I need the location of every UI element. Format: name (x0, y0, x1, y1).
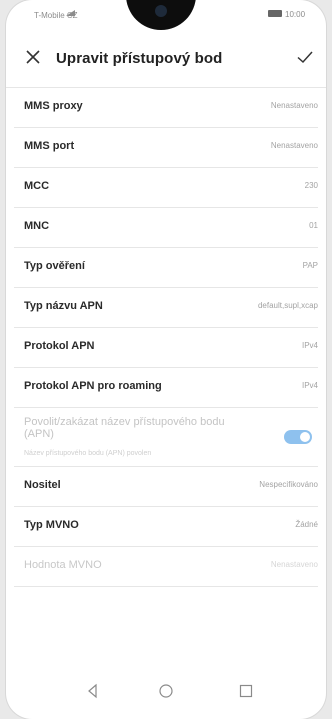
apn-enable-switch[interactable] (284, 430, 312, 444)
row-value: 230 (304, 181, 318, 190)
back-triangle-icon[interactable] (85, 683, 101, 699)
row-label: Hodnota MVNO (24, 559, 102, 571)
apn-settings-list: MMS proxy Nenastaveno MMS port Nenastave… (6, 87, 326, 587)
row-mnc[interactable]: MNC 01 (14, 208, 318, 248)
row-mcc[interactable]: MCC 230 (14, 168, 318, 208)
battery-icon (268, 10, 282, 17)
title-bar: Upravit přístupový bod (6, 38, 326, 82)
row-value: Nenastaveno (270, 560, 318, 569)
page-title: Upravit přístupový bod (56, 50, 223, 67)
phone-screen: T-Mobile CZ 10:00 Upravit přístupový bod… (6, 0, 326, 719)
row-label: MNC (24, 220, 50, 232)
row-value: PAP (302, 261, 318, 270)
row-mms-proxy[interactable]: MMS proxy Nenastaveno (14, 88, 318, 128)
toggle-subtitle: Název přístupového bodu (APN) povolen (24, 450, 152, 457)
row-value: default,supl,xcap (257, 301, 318, 310)
row-apn-enable-toggle: Povolit/zakázat název přístupového bodu … (14, 408, 318, 467)
row-label: MMS port (24, 140, 75, 152)
row-value: IPv4 (301, 341, 318, 350)
row-value: Nenastaveno (270, 101, 318, 110)
row-mvno-type[interactable]: Typ MVNO Žádné (14, 507, 318, 547)
row-value: IPv4 (301, 381, 318, 390)
row-value: 01 (309, 221, 318, 230)
row-apn-protocol[interactable]: Protokol APN IPv4 (14, 328, 318, 368)
row-mms-port[interactable]: MMS port Nenastaveno (14, 128, 318, 168)
row-label: MMS proxy (24, 100, 83, 112)
row-value: Žádné (295, 520, 318, 529)
close-icon[interactable] (24, 48, 42, 66)
signal-icon (66, 10, 75, 16)
row-apn-roaming-protocol[interactable]: Protokol APN pro roaming IPv4 (14, 368, 318, 408)
row-apn-type[interactable]: Typ názvu APN default,supl,xcap (14, 288, 318, 328)
toggle-label: Povolit/zakázat název přístupového bodu … (24, 416, 225, 440)
camera-notch (126, 0, 196, 30)
row-value: Nespecifikováno (259, 480, 318, 489)
row-label: Protokol APN (24, 340, 95, 352)
row-label: Protokol APN pro roaming (24, 380, 162, 392)
row-mvno-value: Hodnota MVNO Nenastaveno (14, 547, 318, 587)
row-bearer[interactable]: Nositel Nespecifikováno (14, 467, 318, 507)
front-camera-icon (155, 5, 167, 17)
status-time: 10:00 (285, 10, 306, 19)
row-auth-type[interactable]: Typ ověření PAP (14, 248, 318, 288)
row-label: Nositel (24, 479, 61, 491)
row-label: Typ ověření (24, 260, 85, 272)
status-bar: T-Mobile CZ 10:00 (6, 0, 326, 30)
home-circle-icon[interactable] (158, 683, 174, 699)
recent-square-icon[interactable] (238, 683, 254, 699)
row-label: Typ MVNO (24, 519, 79, 531)
switch-knob (300, 432, 310, 442)
check-icon[interactable] (296, 48, 314, 66)
row-label: MCC (24, 180, 50, 192)
navigation-bar (6, 677, 326, 707)
row-value: Nenastaveno (270, 141, 318, 150)
row-label: Typ názvu APN (24, 300, 103, 312)
